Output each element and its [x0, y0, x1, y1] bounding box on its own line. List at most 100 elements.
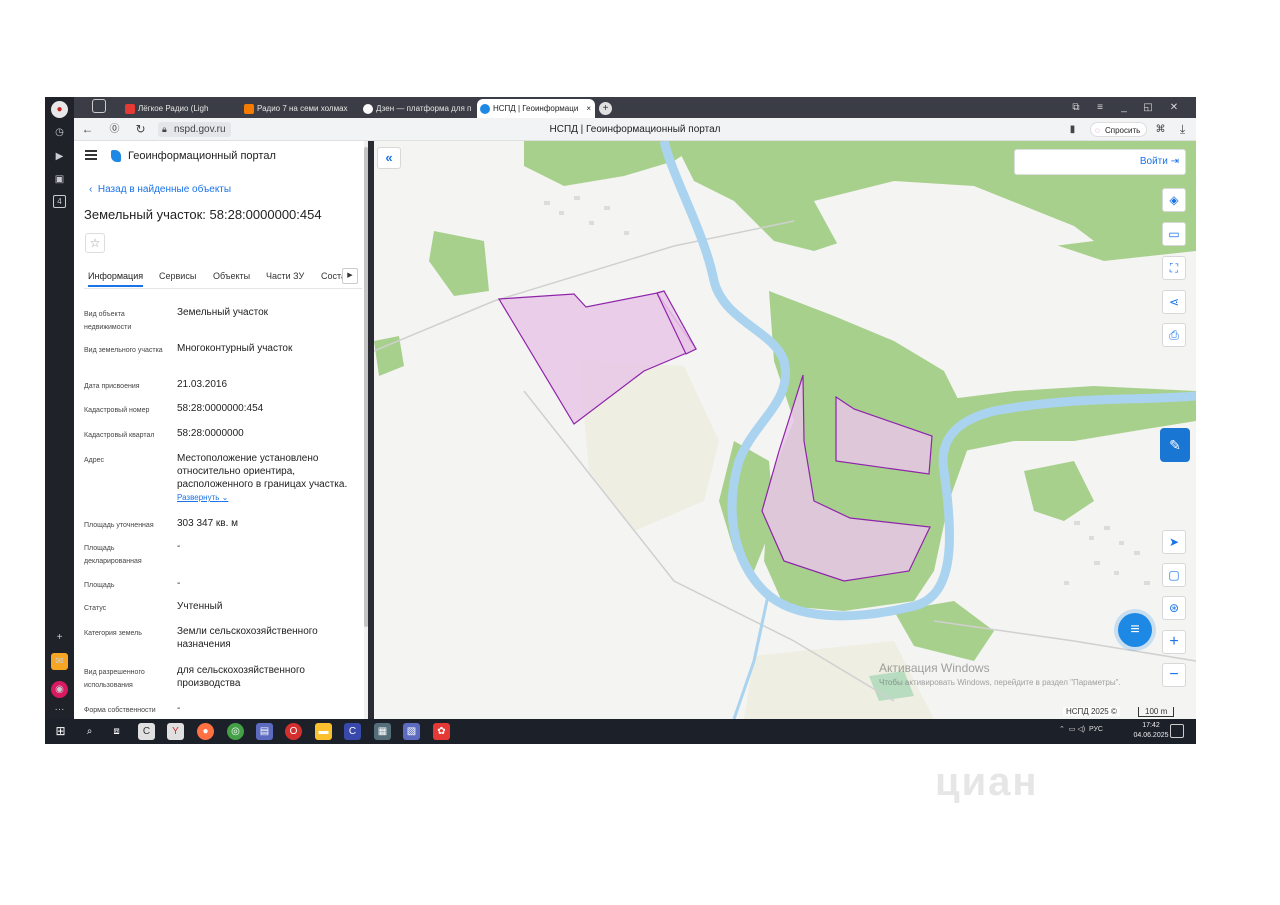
collapse-panel-icon[interactable]: «	[377, 147, 401, 169]
address-bar: ← ⓪ ↻ 🔒︎ nspd.gov.ru НСПД | Геоинформацио…	[74, 118, 1196, 141]
media-icon[interactable]: ▶	[51, 148, 68, 165]
alice-icon[interactable]: ◉	[51, 681, 68, 698]
forest-patch-1	[429, 231, 489, 296]
forest-patch-3	[1024, 461, 1094, 521]
app-c-icon[interactable]: C	[138, 723, 155, 740]
yandex-browser-icon[interactable]: Y	[167, 723, 184, 740]
portal-name: Геоинформационный портал	[128, 150, 276, 162]
panel-header: Геоинформационный портал	[74, 141, 364, 175]
login-button[interactable]: Войти ⇥	[1140, 156, 1179, 167]
app-red-icon[interactable]: ✿	[433, 723, 450, 740]
tabs-scroll-right-icon[interactable]: ▶	[342, 268, 358, 284]
extensions-icon[interactable]: ⌘	[1152, 121, 1169, 138]
map-layers	[374, 141, 1196, 719]
tab-radio-7[interactable]: Радио 7 на семи холмах	[241, 99, 356, 118]
tab-dzen[interactable]: Дзен — платформа для п	[360, 99, 475, 118]
mail-icon[interactable]: ✉	[51, 653, 68, 670]
expand-address-link[interactable]: Развернуть ⌄	[177, 493, 228, 502]
windows-activation-title: Активация Windows	[879, 661, 990, 675]
browser-window: ● ◷ ▶ ▣ 4 + ✉ ◉ ··· Лёгкое Радио (Ligh Р…	[45, 97, 1196, 744]
browser-side-rail: ● ◷ ▶ ▣ 4 + ✉ ◉ ···	[45, 97, 74, 719]
volume-icon: ◁)	[1077, 726, 1086, 733]
close-window-icon[interactable]: ✕	[1162, 97, 1186, 118]
panel-scrollbar[interactable]	[364, 141, 368, 719]
tab-information[interactable]: Информация	[88, 271, 144, 287]
chrome-icon[interactable]: ◎	[227, 723, 244, 740]
browser-logo-icon[interactable]: ●	[51, 101, 68, 118]
select-area-icon[interactable]: ⛶	[1162, 256, 1186, 280]
collections-icon[interactable]: ▣	[51, 171, 68, 188]
bookmark-icon[interactable]: ▮	[1064, 121, 1081, 138]
ask-button[interactable]: ◌ Спросить	[1090, 122, 1148, 137]
scrollbar-thumb[interactable]	[364, 147, 368, 627]
tab-group-icon[interactable]	[92, 99, 112, 118]
opera-icon[interactable]: O	[285, 723, 302, 740]
windows-start-icon[interactable]: ⊞	[52, 723, 69, 740]
notes-icon[interactable]: ▧	[403, 723, 420, 740]
chevron-up-icon: ⌃	[1059, 726, 1065, 733]
geolocation-icon[interactable]: ➤	[1162, 530, 1186, 554]
alice-ask-icon: ◌	[1095, 126, 1100, 135]
chevron-down-icon: ⌄	[221, 493, 229, 502]
more-icon[interactable]: ···	[51, 701, 68, 718]
object-info-panel: Геоинформационный портал ‹ Назад в найде…	[74, 141, 368, 719]
dzen-icon	[363, 104, 373, 114]
new-tab-button[interactable]: +	[599, 99, 615, 118]
zoom-in-icon[interactable]: +	[1162, 630, 1186, 654]
feedback-icon[interactable]: ✎	[1160, 428, 1190, 462]
network-icon: ▭	[1068, 726, 1076, 733]
notifications-icon[interactable]	[1170, 724, 1184, 738]
task-view-icon[interactable]: ⧈	[108, 723, 125, 740]
radio7-icon	[244, 104, 254, 114]
tab-objects[interactable]: Объекты	[213, 271, 250, 281]
tab-radio-light[interactable]: Лёгкое Радио (Ligh	[122, 99, 237, 118]
maximize-icon[interactable]: ◱	[1136, 97, 1160, 118]
history-icon[interactable]: ◷	[51, 124, 68, 141]
minimap-icon[interactable]: ▢	[1162, 563, 1186, 587]
info-tabs: Информация Сервисы Объекты Части ЗУ Сост…	[84, 265, 362, 289]
tab-nspd[interactable]: НСПД | Геоинформаци ×	[477, 99, 595, 118]
close-tab-icon[interactable]: ×	[586, 99, 591, 118]
login-box: Войти ⇥	[1014, 149, 1186, 175]
chat-icon[interactable]: ≡	[1118, 613, 1152, 647]
windows-activation-text: Чтобы активировать Windows, перейдите в …	[879, 678, 1121, 687]
photos-icon[interactable]: ▦	[374, 723, 391, 740]
clock[interactable]: 17:42 04.06.2025	[1131, 721, 1171, 741]
favorite-star-icon[interactable]: ☆	[85, 233, 105, 253]
map-copyright: НСПД 2025 ©	[1063, 707, 1120, 716]
map-scale: 100 m	[1138, 707, 1175, 717]
search-icon[interactable]: ⌕	[81, 723, 98, 740]
nspd-icon	[480, 104, 490, 114]
firefox-icon[interactable]: ●	[197, 723, 214, 740]
add-icon[interactable]: +	[51, 629, 68, 646]
bookmarks-panel-icon[interactable]: ⧉	[1064, 97, 1088, 118]
chevron-left-icon: ‹	[89, 184, 98, 195]
print-icon[interactable]: ⎙	[1162, 323, 1186, 347]
system-tray[interactable]: ⌃ ▭ ◁) РУС	[1059, 725, 1103, 733]
portal-logo-icon	[111, 150, 121, 162]
share-icon[interactable]: ⋖	[1162, 290, 1186, 314]
tab-services[interactable]: Сервисы	[159, 271, 196, 281]
layers-icon[interactable]: ◈	[1162, 188, 1186, 212]
minimize-icon[interactable]: _	[1112, 97, 1136, 118]
menu-icon[interactable]: ≡	[1088, 97, 1112, 118]
ruler-icon[interactable]: ▭	[1162, 222, 1186, 246]
tab-count-icon[interactable]: 4	[53, 195, 66, 208]
map-canvas[interactable]: « Войти ⇥ ◈ ▭ ⛶ ⋖ ⎙ ✎ ➤ ▢ ⊛ + − ≡ Актива…	[374, 141, 1196, 719]
tab-parts[interactable]: Части ЗУ	[266, 271, 304, 281]
app-c2-icon[interactable]: C	[344, 723, 361, 740]
parcel-title: Земельный участок: 58:28:0000000:454	[84, 207, 322, 222]
hamburger-menu-icon[interactable]	[85, 150, 97, 162]
reset-view-icon[interactable]: ⊛	[1162, 596, 1186, 620]
page-title: НСПД | Геоинформационный портал	[549, 124, 721, 135]
back-to-results-link[interactable]: ‹ Назад в найденные объекты	[89, 184, 231, 195]
login-icon: ⇥	[1170, 156, 1179, 167]
forest-patch-2	[374, 336, 404, 376]
file-explorer-icon[interactable]: ▬	[315, 723, 332, 740]
tab-bar: Лёгкое Радио (Ligh Радио 7 на семи холма…	[74, 97, 1196, 118]
zoom-out-icon[interactable]: −	[1162, 663, 1186, 687]
windows-taskbar: ⊞ ⌕ ⧈ C Y ● ◎ ▤ O ▬ C ▦ ▧ ✿ ⌃ ▭ ◁) РУС 1…	[45, 719, 1196, 744]
download-icon[interactable]: ⤓	[1174, 121, 1191, 138]
tab-composition[interactable]: Соста	[321, 271, 343, 281]
save-app-icon[interactable]: ▤	[256, 723, 273, 740]
